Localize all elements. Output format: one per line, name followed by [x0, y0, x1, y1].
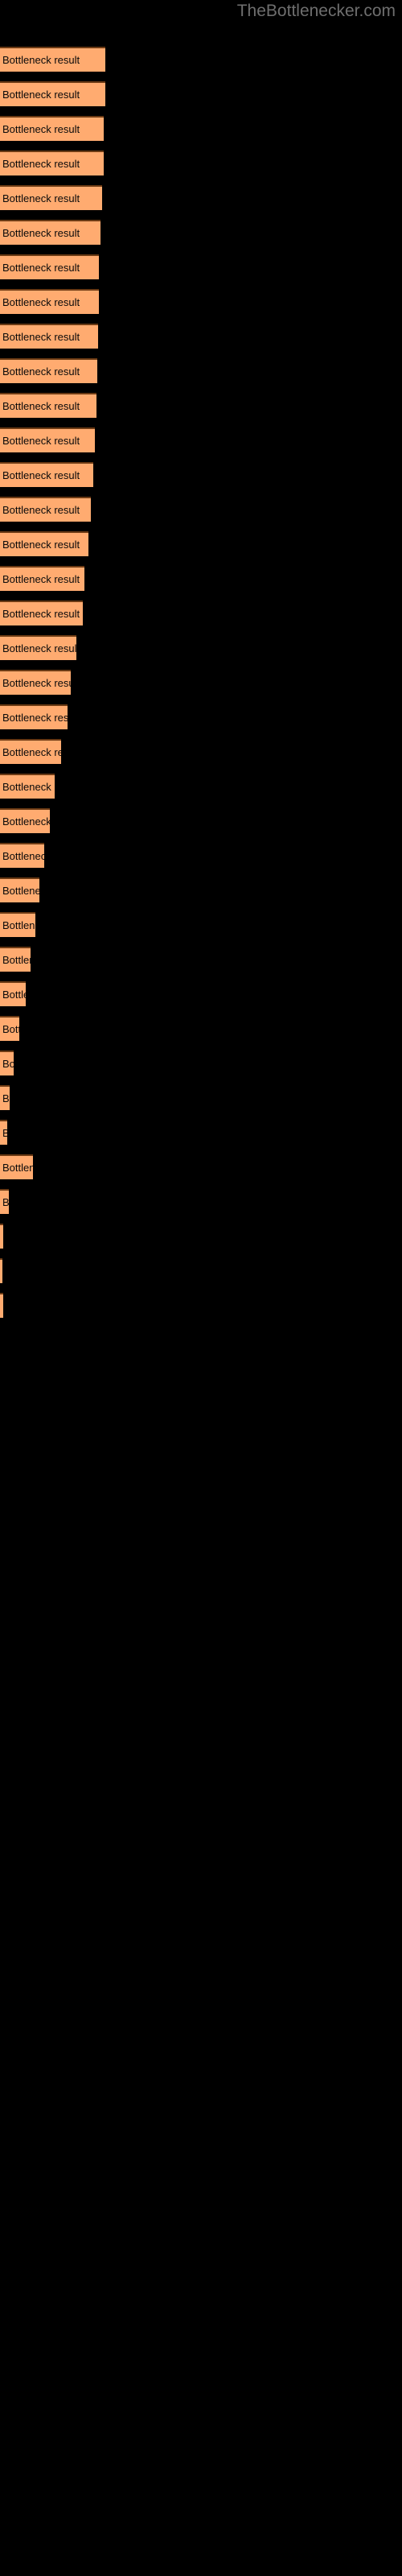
bar-label: Bottleneck result	[2, 1225, 3, 1249]
bar-label: Bottleneck result	[2, 1023, 19, 1035]
bar[interactable]: Bottleneck result	[0, 531, 88, 556]
bar[interactable]: Bottleneck result	[0, 220, 100, 245]
bar-label: Bottleneck result	[2, 712, 68, 724]
bar-label: Bottleneck result	[2, 850, 44, 862]
bar[interactable]: Bottleneck result	[0, 1224, 3, 1249]
bar[interactable]: Bottleneck result	[0, 254, 99, 279]
bar[interactable]: Bottleneck result	[0, 774, 55, 799]
bar-label: Bottleneck result	[2, 54, 80, 66]
bar[interactable]: Bottleneck result	[0, 635, 76, 660]
bar-label: Bottleneck result	[2, 642, 76, 654]
bar-label: Bottleneck result	[2, 227, 80, 239]
bar-label: Bottleneck result	[2, 331, 80, 343]
bar[interactable]: Bottleneck result	[0, 1085, 10, 1110]
bar[interactable]: Bottleneck result	[0, 808, 50, 833]
bar-label: Bottleneck result	[2, 89, 80, 101]
bar[interactable]: Bottleneck result	[0, 912, 35, 937]
bar[interactable]: Bottleneck result	[0, 151, 104, 175]
bar-label: Bottleneck result	[2, 296, 80, 308]
bar-label: Bottleneck result	[2, 365, 80, 378]
bar[interactable]: Bottleneck result	[0, 393, 96, 418]
bar-label: Bottleneck result	[2, 262, 80, 274]
bar-label: Bottleneck result	[2, 158, 80, 170]
bar-label: Bottleneck result	[2, 1121, 7, 1145]
bar-label: Bottleneck result	[2, 400, 80, 412]
bar-label: Bottleneck result	[2, 677, 71, 689]
bar[interactable]: Bottleneck result	[0, 566, 84, 591]
bar[interactable]: Bottleneck result	[0, 670, 71, 695]
bar-label: Bottleneck result	[2, 573, 80, 585]
bar[interactable]: Bottleneck result	[0, 497, 91, 522]
bar[interactable]: Bottleneck result	[0, 1258, 2, 1283]
bar[interactable]: Bottleneck result	[0, 1293, 3, 1318]
bar[interactable]: Bottleneck result	[0, 185, 102, 210]
bar[interactable]: Bottleneck result	[0, 1051, 14, 1075]
bar[interactable]: Bottleneck result	[0, 1154, 33, 1179]
bar[interactable]: Bottleneck result	[0, 289, 99, 314]
bar[interactable]: Bottleneck result	[0, 47, 105, 72]
bar[interactable]: Bottleneck result	[0, 704, 68, 729]
bar[interactable]: Bottleneck result	[0, 1189, 9, 1214]
bar-label: Bottleneck result	[2, 539, 80, 551]
bar[interactable]: Bottleneck result	[0, 739, 61, 764]
bar[interactable]: Bottleneck result	[0, 601, 83, 625]
bar-label: Bottleneck result	[2, 919, 35, 931]
bar-label: Bottleneck result	[2, 746, 61, 758]
bar-label: Bottleneck result	[2, 954, 31, 966]
bar[interactable]: Bottleneck result	[0, 947, 31, 972]
bar-label: Bottleneck result	[2, 435, 80, 447]
bar-label: Bottleneck result	[2, 815, 50, 828]
bar-label: Bottleneck result	[2, 1294, 3, 1318]
bar[interactable]: Bottleneck result	[0, 877, 39, 902]
bar[interactable]: Bottleneck result	[0, 1120, 7, 1145]
bar[interactable]: Bottleneck result	[0, 462, 93, 487]
bar[interactable]: Bottleneck result	[0, 427, 95, 452]
bar[interactable]: Bottleneck result	[0, 116, 104, 141]
bar-label: Bottleneck result	[2, 123, 80, 135]
bar[interactable]: Bottleneck result	[0, 1016, 19, 1041]
bar-label: Bottleneck result	[2, 1092, 10, 1104]
bars-layer: Bottleneck result Bottleneck result Bottle…	[0, 0, 402, 2576]
bar-label: Bottleneck result	[2, 781, 55, 793]
bar[interactable]: Bottleneck result	[0, 324, 98, 349]
bar-label: Bottleneck result	[2, 1196, 9, 1208]
bottleneck-bar-chart: TheBottlenecker.com Bottleneck result Bot…	[0, 0, 402, 2576]
bar[interactable]: Bottleneck result	[0, 358, 97, 383]
bar-label: Bottleneck result	[2, 469, 80, 481]
bar-label: Bottleneck result	[2, 192, 80, 204]
bar-label: Bottleneck result	[2, 989, 26, 1001]
bar-label: Bottleneck result	[2, 608, 80, 620]
bar[interactable]: Bottleneck result	[0, 81, 105, 106]
bar-label: Bottleneck result	[2, 504, 80, 516]
bar-label: Bottleneck result	[2, 1162, 33, 1174]
bar-label: Bottleneck result	[2, 885, 39, 897]
bar[interactable]: Bottleneck result	[0, 981, 26, 1006]
bar-label: Bottleneck result	[2, 1058, 14, 1070]
bar[interactable]: Bottleneck result	[0, 843, 44, 868]
